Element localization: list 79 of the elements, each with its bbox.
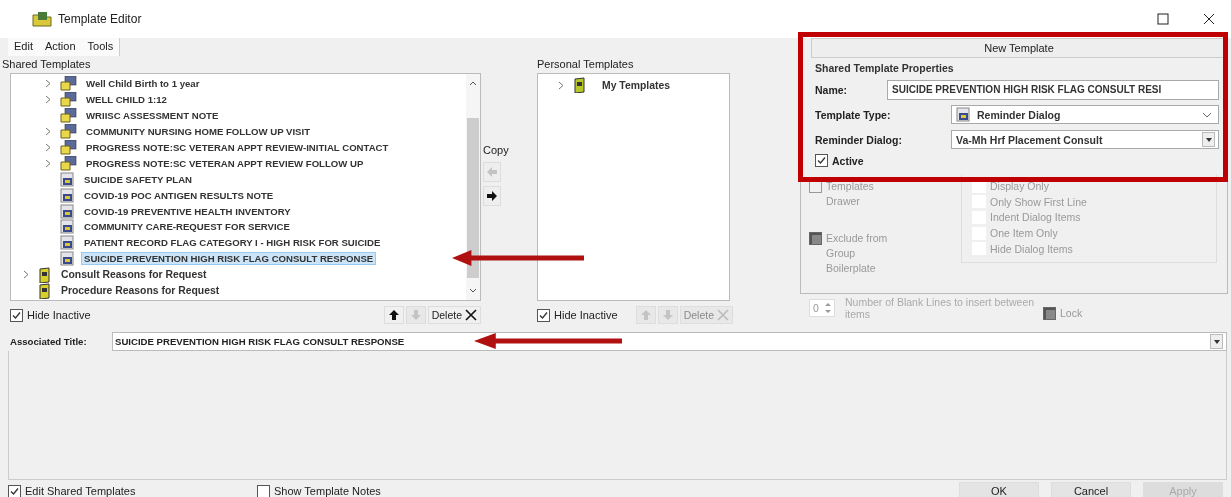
down-arrow-icon	[661, 309, 674, 321]
chevron-down-icon[interactable]	[469, 288, 477, 294]
tree-item[interactable]: PROGRESS NOTE:SC VETERAN APPT REVIEW-INITIAL CONTACT	[11, 139, 392, 156]
tree-item[interactable]: Consult Reasons for Request	[11, 266, 210, 283]
chevron-icon[interactable]	[23, 270, 29, 280]
copy-label: Copy	[483, 144, 509, 156]
field-label: Reminder Dialog:	[814, 133, 903, 146]
folder-icon	[60, 155, 77, 171]
chevron-icon[interactable]	[558, 80, 564, 90]
folder-icon	[32, 11, 52, 27]
copy-right-button[interactable]	[483, 186, 501, 206]
book-icon	[38, 266, 52, 283]
tree-item[interactable]: PATIENT RECORD FLAG CATEGORY I - HIGH RISK FOR SUICIDE	[11, 234, 384, 251]
tree-item[interactable]: Well Child Birth to 1 year	[11, 76, 203, 92]
tree-item[interactable]: COVID-19 POC ANTIGEN RESULTS NOTE	[11, 187, 277, 204]
left-arrow-icon	[486, 166, 498, 178]
right-arrow-icon	[486, 190, 498, 202]
menu-item[interactable]: Action	[44, 40, 76, 54]
folder-icon	[60, 140, 77, 155]
tree-item[interactable]: WELL CHILD 1:12	[11, 91, 170, 108]
dialog-button[interactable]: Cancel	[1051, 481, 1131, 497]
check-icon	[9, 485, 20, 497]
folder-icon	[60, 76, 77, 92]
tree-item[interactable]: PROGRESS NOTE:SC VETERAN APPT REVIEW FOLLOW UP	[11, 155, 367, 172]
scrollbar[interactable]	[466, 74, 480, 300]
document-icon	[956, 107, 971, 122]
document-icon	[60, 251, 75, 267]
tree-item[interactable]: My Templates	[538, 76, 673, 94]
menu-item[interactable]: Tools	[87, 40, 114, 54]
section-title: Shared Template Properties	[815, 62, 955, 74]
document-icon	[60, 171, 75, 187]
maximize-icon[interactable]	[1157, 13, 1169, 25]
move-up-button[interactable]	[383, 306, 404, 324]
menu-item[interactable]: Edit	[14, 40, 33, 54]
window-title: Template Editor	[58, 12, 142, 26]
close-icon	[465, 309, 477, 321]
document-icon	[60, 235, 75, 251]
up-arrow-icon	[639, 309, 652, 321]
folder-icon	[60, 124, 77, 140]
caret-icon	[1213, 339, 1220, 344]
footer-checkbox[interactable]: Show Template Notes	[257, 484, 381, 497]
close-icon	[717, 309, 729, 321]
tree-item[interactable]: COVID-19 PREVENTIVE HEALTH INVENTORY	[11, 203, 294, 219]
caret-icon	[1205, 137, 1212, 142]
blank-lines-label: Number of Blank Lines to insert between items	[845, 296, 1035, 320]
up-arrow-icon	[387, 309, 400, 321]
check-icon	[816, 155, 827, 166]
chevron-up-icon[interactable]	[469, 80, 477, 86]
close-icon[interactable]	[1203, 13, 1215, 25]
book-icon	[573, 77, 587, 93]
active-checkbox[interactable]: Active	[815, 154, 1219, 167]
associated-title-dropdown[interactable]: SUICIDE PREVENTION HIGH RISK FLAG CONSULT RESPONSE	[112, 332, 1227, 351]
folder-icon	[60, 92, 77, 108]
field-label: Template Type:	[814, 108, 892, 121]
tree-item[interactable]: COMMUNITY NURSING HOME FOLLOW UP VISIT	[11, 123, 314, 140]
down-arrow-icon	[409, 309, 422, 321]
tree-item[interactable]: COMMUNITY CARE-REQUEST FOR SERVICE	[11, 219, 293, 235]
check-icon	[11, 309, 22, 321]
dialog-button[interactable]: OK	[959, 481, 1039, 497]
panel-label: Personal Templates	[537, 57, 635, 72]
delete-button[interactable]: Delete	[427, 306, 481, 324]
document-icon	[60, 219, 75, 235]
field-label: Associated Title:	[9, 336, 88, 347]
field-label: Name:	[814, 83, 849, 96]
document-icon	[60, 203, 75, 219]
panel-label: Shared Templates	[1, 57, 92, 72]
chevron-down-icon	[1202, 111, 1212, 118]
tree-item[interactable]: Procedure Reasons for Request	[11, 282, 223, 299]
check-icon	[538, 309, 549, 321]
folder-icon	[60, 108, 77, 124]
tree-item[interactable]: SUICIDE SAFETY PLAN	[11, 171, 196, 188]
type-dropdown[interactable]: Reminder Dialog	[951, 105, 1219, 124]
document-icon	[60, 187, 75, 203]
name-field[interactable]: SUICIDE PREVENTION HIGH RISK FLAG CONSULT RESI	[887, 79, 1219, 100]
spinner-arrows-icon[interactable]	[825, 301, 831, 315]
book-icon	[38, 282, 52, 299]
footer-checkbox[interactable]: Edit Shared Templates	[8, 484, 253, 497]
tree-item[interactable]: WRIISC ASSESSMENT NOTE	[11, 107, 222, 124]
dialog-dropdown[interactable]: Va-Mh Hrf Placement Consult	[951, 130, 1219, 149]
